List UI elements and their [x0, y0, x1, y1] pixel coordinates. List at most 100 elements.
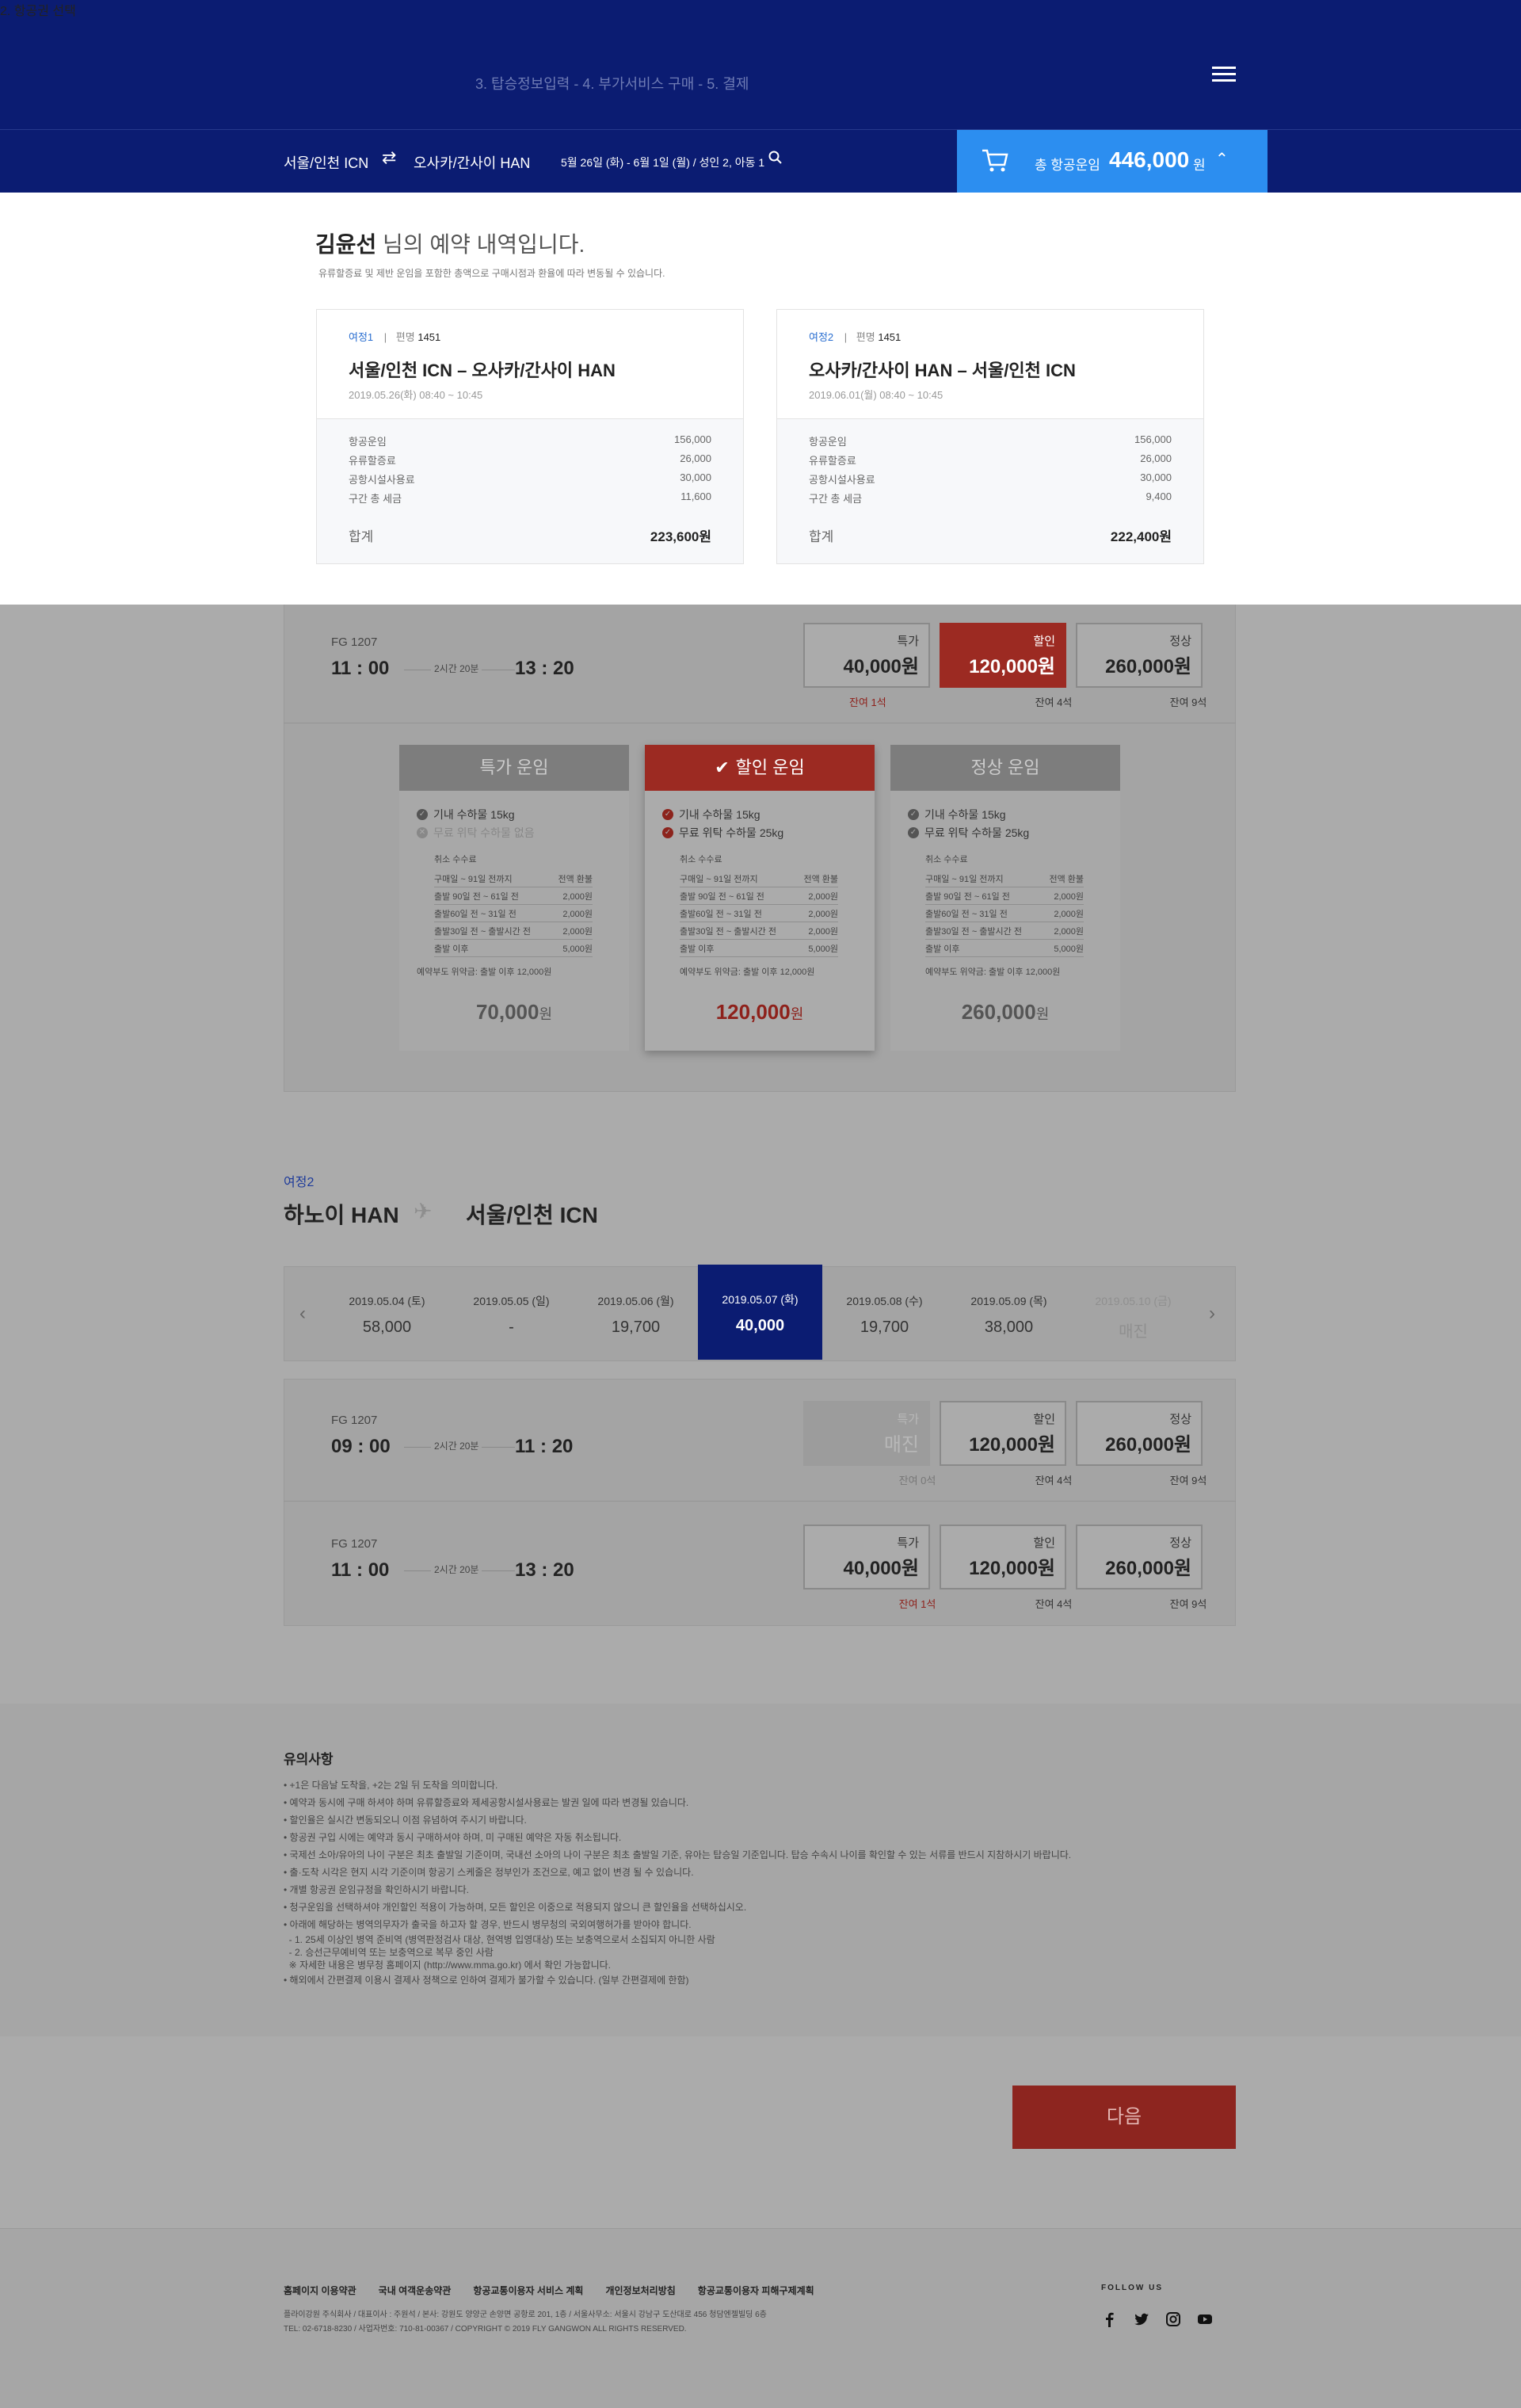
- summary-note: 유류할증료 및 제반 운임을 포함한 총액으로 구매시점과 환율에 따라 변동될…: [318, 268, 665, 279]
- fare-card-title: ✔ 할인 운임: [645, 745, 875, 791]
- flight-code: FG 1207: [331, 1537, 378, 1551]
- flight-label: 편명: [395, 331, 415, 343]
- footer-link[interactable]: 항공교통이용자 피해구제계획: [698, 2284, 814, 2297]
- trip-route: 오사카/간사이 HAN – 서울/인천 ICN: [809, 361, 1076, 380]
- fare-option-regular[interactable]: 정상 260,000원: [1076, 1401, 1203, 1466]
- menu-icon[interactable]: [1212, 67, 1236, 82]
- check-icon: ✔: [715, 758, 730, 777]
- copyright: TEL: 02-6718-8230 / 사업자번호: 710-81-00367 …: [284, 2325, 687, 2334]
- flight-label: 편명: [856, 331, 875, 343]
- departure-time: 11 : 00: [331, 658, 390, 679]
- total-fare-label: 총 항공운임: [1035, 158, 1100, 173]
- notice-item: • +1은 다음날 도착을, +2는 2일 뒤 도착을 의미합니다.: [284, 1780, 498, 1791]
- price-row: 구간 총 세금 11,600: [349, 490, 711, 505]
- notice-item: • 할인율은 실시간 변동되오니 이점 유념하여 주시기 바랍니다.: [284, 1815, 527, 1826]
- trip-time: 2019.06.01(월) 08:40 ~ 10:45: [809, 389, 943, 401]
- chevron-up-icon[interactable]: ⌃: [1215, 149, 1229, 169]
- notice-item: • 예약과 동시에 구매 하셔야 하며 유류할증료와 제세공항시설사용료는 발권…: [284, 1797, 689, 1808]
- baggage-item: ✓ 기내 수하물 15kg: [417, 805, 612, 823]
- footer-link[interactable]: 국내 여객운송약관: [379, 2284, 452, 2297]
- footer-link[interactable]: 개인정보처리방침: [605, 2284, 675, 2297]
- youtube-icon[interactable]: [1196, 2311, 1214, 2328]
- total-fare-unit: 원: [1193, 158, 1206, 173]
- next-button[interactable]: 다음: [1012, 2086, 1236, 2149]
- social-icons: [1101, 2311, 1228, 2328]
- cancel-fee-title: 취소 수수료: [925, 855, 968, 864]
- fare-option-regular[interactable]: 정상 260,000원: [1076, 623, 1203, 688]
- trip-total: 합계 222,400원: [809, 529, 1172, 544]
- fare-option-discount[interactable]: 할인 120,000원: [940, 623, 1066, 688]
- seat-count: 잔여 4석: [1035, 696, 1073, 708]
- fare-card-regular[interactable]: 정상 운임 ✓ 기내 수하물 15kg ✓ 무료 위탁 수하물 25kg 취소 수수…: [890, 745, 1120, 1051]
- trip2-to: 서울/인천 ICN: [466, 1203, 598, 1227]
- cancel-fee-table: 구매일 ~ 91일 전까지 전액 환불 출발 90일 전 ~ 61일 전 2,000…: [680, 870, 838, 957]
- notice-title: 유의사항: [284, 1752, 334, 1767]
- chevron-right-icon[interactable]: ›: [1209, 1303, 1215, 1325]
- reservation-summary: [0, 193, 1521, 605]
- date-item[interactable]: 2019.05.08 (수) 19,700: [822, 1266, 947, 1361]
- noshow-fee: 예약부도 위약금: 출발 이후 12,000원: [680, 967, 815, 977]
- date-item[interactable]: 2019.05.04 (토) 58,000: [325, 1266, 449, 1361]
- fare-card-title: 특가 운임: [399, 745, 629, 791]
- baggage-item: ✓ 기내 수하물 15kg: [908, 805, 1103, 823]
- footer-link[interactable]: 홈페이지 이용약관: [284, 2284, 356, 2297]
- notice-item: • 항공권 구입 시에는 예약과 동시 구매하셔야 하며, 미 구매된 예약은 …: [284, 1832, 622, 1843]
- price-row: 유류할증료 26,000: [349, 452, 711, 467]
- notice-item: • 출·도착 시각은 현지 시각 기준이며 항공기 스케줄은 정부인가 조건으로…: [284, 1867, 694, 1878]
- footer-link[interactable]: 항공교통이용자 서비스 계획: [473, 2284, 583, 2297]
- twitter-icon[interactable]: [1133, 2311, 1150, 2328]
- date-item-selected[interactable]: 2019.05.07 (화) 40,000: [698, 1265, 822, 1360]
- trip-total: 합계 223,600원: [349, 529, 711, 544]
- baggage-item: ✓ 기내 수하물 15kg: [662, 805, 857, 823]
- price-row: 공항시설사용료 30,000: [349, 471, 711, 486]
- next-steps: 3. 탑승정보입력 - 4. 부가서비스 구매 - 5. 결제: [475, 76, 749, 92]
- search-icon[interactable]: [768, 151, 783, 165]
- noshow-fee: 예약부도 위약금: 출발 이후 12,000원: [417, 967, 552, 977]
- fare-option-regular[interactable]: 정상 260,000원: [1076, 1525, 1203, 1589]
- date-item[interactable]: 2019.05.05 (일) -: [449, 1266, 574, 1361]
- check-icon: ✓: [417, 808, 428, 820]
- flight-code: FG 1207: [331, 635, 378, 649]
- flight-duration: 2시간 20분: [431, 1563, 482, 1576]
- date-item[interactable]: 2019.05.09 (목) 38,000: [947, 1266, 1071, 1361]
- fare-option-special[interactable]: 특가 40,000원: [803, 623, 930, 688]
- fare-option-special[interactable]: 특가 40,000원: [803, 1525, 930, 1589]
- cancel-fee-title: 취소 수수료: [680, 855, 722, 864]
- notice-list: • +1은 다음날 도착을, +2는 2일 뒤 도착을 의미합니다. • 예약과…: [284, 1776, 1234, 1989]
- noshow-fee: 예약부도 위약금: 출발 이후 12,000원: [925, 967, 1061, 977]
- notice-item: • 개별 항공권 운임규정을 확인하시기 바랍니다.: [284, 1884, 469, 1895]
- trip-route: 서울/인천 ICN – 오사카/간사이 HAN: [349, 361, 616, 380]
- fare-card-special[interactable]: 특가 운임 ✓ 기내 수하물 15kg ✕ 무료 위탁 수하물 없음 취소 수수료 …: [399, 745, 629, 1051]
- route-from: 서울/인천 ICN: [284, 155, 369, 171]
- company-info: 플라이강원 주식회사 / 대표이사 : 주원석 / 본사: 강원도 양양군 손양…: [284, 2311, 767, 2319]
- footer-links: 홈페이지 이용약관 국내 여객운송약관 항공교통이용자 서비스 계획 개인정보처…: [284, 2284, 837, 2297]
- fare-option-soldout: 특가 매진: [803, 1401, 930, 1466]
- check-icon: ✓: [662, 808, 673, 820]
- check-icon: ✓: [662, 826, 673, 838]
- swap-icon[interactable]: ⇄: [382, 147, 396, 168]
- fare-card-discount[interactable]: ✔ 할인 운임 ✓ 기내 수하물 15kg ✓ 무료 위탁 수하물 25kg 취소 수…: [645, 745, 875, 1051]
- cancel-fee-table: 구매일 ~ 91일 전까지 전액 환불 출발 90일 전 ~ 61일 전 2,000…: [434, 870, 593, 957]
- fare-option-discount[interactable]: 할인 120,000원: [940, 1401, 1066, 1466]
- facebook-icon[interactable]: [1101, 2311, 1119, 2328]
- date-item[interactable]: 2019.05.06 (월) 19,700: [574, 1266, 698, 1361]
- total-fare-value: 446,000: [1109, 147, 1190, 172]
- fare-option-discount[interactable]: 할인 120,000원: [940, 1525, 1066, 1589]
- price-row: 항공운임 156,000: [809, 433, 1172, 448]
- summary-title: 김윤선 님의 예약 내역입니다.: [315, 227, 585, 259]
- passenger-name: 김윤선: [315, 232, 377, 257]
- baggage-item: ✓ 무료 위탁 수하물 25kg: [662, 823, 857, 841]
- arrival-time: 11 : 20: [515, 1436, 574, 1457]
- fare-card-price: 70,000원: [475, 1000, 553, 1024]
- price-row: 공항시설사용료 30,000: [809, 471, 1172, 486]
- check-icon: ✓: [908, 808, 919, 820]
- fare-card-title: 정상 운임: [890, 745, 1120, 791]
- notice-item: • 청구운임을 선택하셔야 개인할인 적용이 가능하며, 모든 할인은 이중으로…: [284, 1902, 747, 1913]
- chevron-left-icon[interactable]: ‹: [299, 1303, 306, 1325]
- price-row: 항공운임 156,000: [349, 433, 711, 448]
- seat-count: 잔여 9석: [1169, 1598, 1207, 1610]
- instagram-icon[interactable]: [1165, 2311, 1182, 2328]
- flight-duration: 2시간 20분: [431, 662, 482, 675]
- top-header: [0, 0, 1521, 129]
- route-to: 오사카/간사이 HAN: [414, 155, 531, 171]
